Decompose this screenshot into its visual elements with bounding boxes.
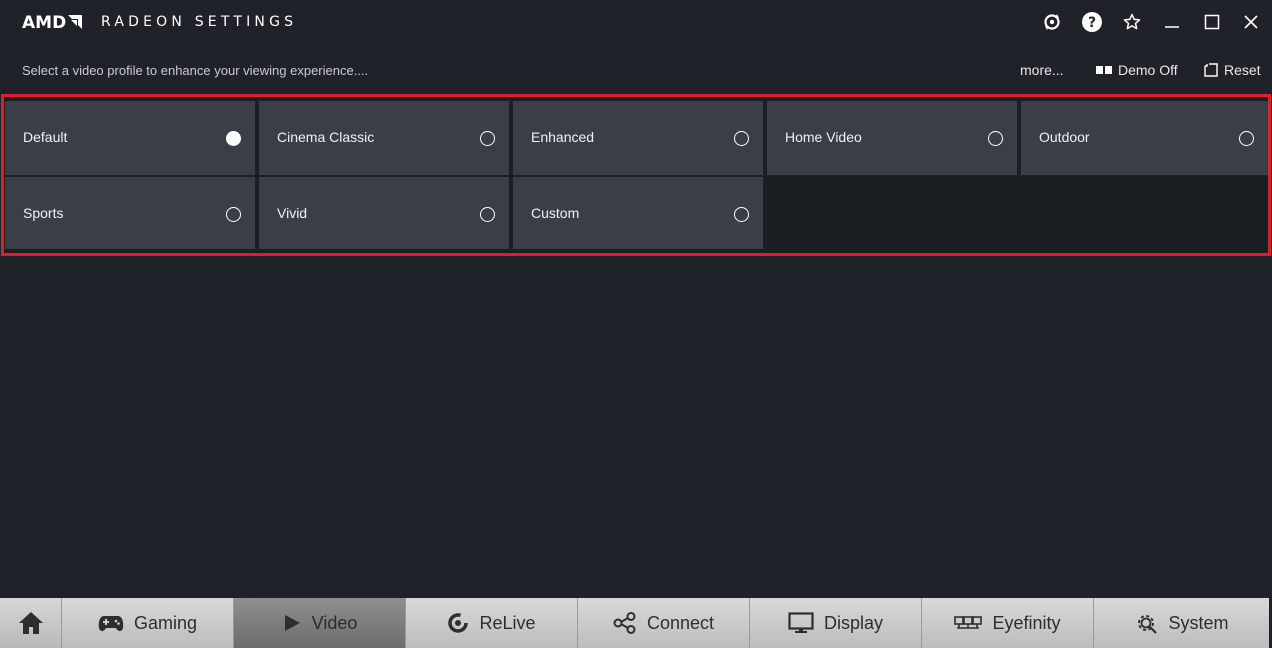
relive-icon	[448, 613, 469, 633]
radio-selected-icon[interactable]	[226, 131, 241, 146]
profile-label: Default	[23, 129, 68, 145]
tab-label: System	[1168, 612, 1229, 633]
demo-toggle[interactable]: Demo Off	[1096, 62, 1178, 78]
tab-display[interactable]: Display	[750, 598, 922, 648]
tab-label: Display	[823, 612, 884, 633]
radio-icon[interactable]	[480, 207, 495, 222]
profile-home-video[interactable]: Home Video	[767, 101, 1017, 175]
tab-gaming[interactable]: Gaming	[62, 598, 234, 648]
eyefinity-icon	[954, 616, 983, 629]
tab-eyefinity[interactable]: Eyefinity	[922, 598, 1094, 648]
profile-label: Cinema Classic	[277, 129, 375, 145]
profile-sports[interactable]: Sports	[5, 177, 255, 249]
profile-hint: Select a video profile to enhance your v…	[22, 63, 369, 78]
profile-outdoor[interactable]: Outdoor	[1021, 101, 1268, 175]
title-bar: AMD RADEON SETTINGS ?	[0, 0, 1272, 46]
svg-text:?: ?	[1088, 15, 1096, 31]
profile-label: Outdoor	[1039, 129, 1090, 145]
tab-relive[interactable]: ReLive	[406, 598, 578, 648]
demo-label: Demo Off	[1118, 62, 1178, 78]
more-link[interactable]: more...	[1020, 62, 1064, 78]
sub-bar: Select a video profile to enhance your v…	[0, 46, 1272, 94]
reset-button[interactable]: Reset	[1204, 62, 1261, 78]
amd-arrow-icon	[68, 15, 83, 29]
profile-enhanced[interactable]: Enhanced	[513, 101, 763, 175]
profile-vivid[interactable]: Vivid	[259, 177, 509, 249]
monitor-icon	[788, 612, 814, 633]
profile-custom[interactable]: Custom	[513, 177, 763, 249]
tab-connect[interactable]: Connect	[578, 598, 750, 648]
radio-icon[interactable]	[1239, 131, 1254, 146]
help-icon[interactable]: ?	[1080, 10, 1104, 34]
brand-text: AMD	[22, 13, 67, 33]
close-icon[interactable]	[1239, 10, 1263, 34]
star-icon[interactable]	[1120, 10, 1144, 34]
tab-label: Eyefinity	[992, 612, 1061, 633]
maximize-icon[interactable]	[1200, 10, 1224, 34]
demo-icon	[1096, 66, 1112, 74]
profile-label: Custom	[531, 205, 580, 221]
content-area	[0, 256, 1272, 598]
profile-label: Vivid	[277, 205, 308, 221]
profile-default[interactable]: Default	[5, 101, 255, 175]
profile-label: Enhanced	[531, 129, 595, 145]
tab-label: Gaming	[133, 612, 198, 633]
profile-label: Home Video	[785, 129, 862, 145]
radio-icon[interactable]	[226, 207, 241, 222]
refresh-icon[interactable]	[1040, 10, 1064, 34]
reset-icon	[1204, 63, 1218, 77]
profile-cinema-classic[interactable]: Cinema Classic	[259, 101, 509, 175]
gamepad-icon	[98, 616, 124, 631]
home-icon	[18, 612, 43, 634]
amd-logo: AMD	[22, 13, 83, 33]
gear-icon	[1138, 615, 1158, 634]
profile-label: Sports	[23, 205, 64, 221]
play-icon	[284, 615, 300, 631]
tab-video[interactable]: Video	[234, 598, 406, 648]
reset-label: Reset	[1224, 62, 1261, 78]
tab-label: Video	[311, 612, 358, 633]
video-profile-grid: Default Cinema Classic Enhanced Home Vid…	[1, 94, 1271, 256]
minimize-icon[interactable]	[1160, 10, 1184, 34]
tab-label: ReLive	[479, 612, 536, 633]
radio-icon[interactable]	[480, 131, 495, 146]
connect-icon	[613, 612, 636, 634]
radio-icon[interactable]	[734, 207, 749, 222]
app-title: RADEON SETTINGS	[101, 14, 298, 30]
radio-icon[interactable]	[988, 131, 1003, 146]
home-button[interactable]	[0, 598, 62, 648]
tab-label: Connect	[646, 612, 715, 633]
bottom-nav: Gaming Video ReLive Connect Display Eyef…	[0, 598, 1272, 648]
radio-icon[interactable]	[734, 131, 749, 146]
tab-system[interactable]: System	[1094, 598, 1269, 648]
